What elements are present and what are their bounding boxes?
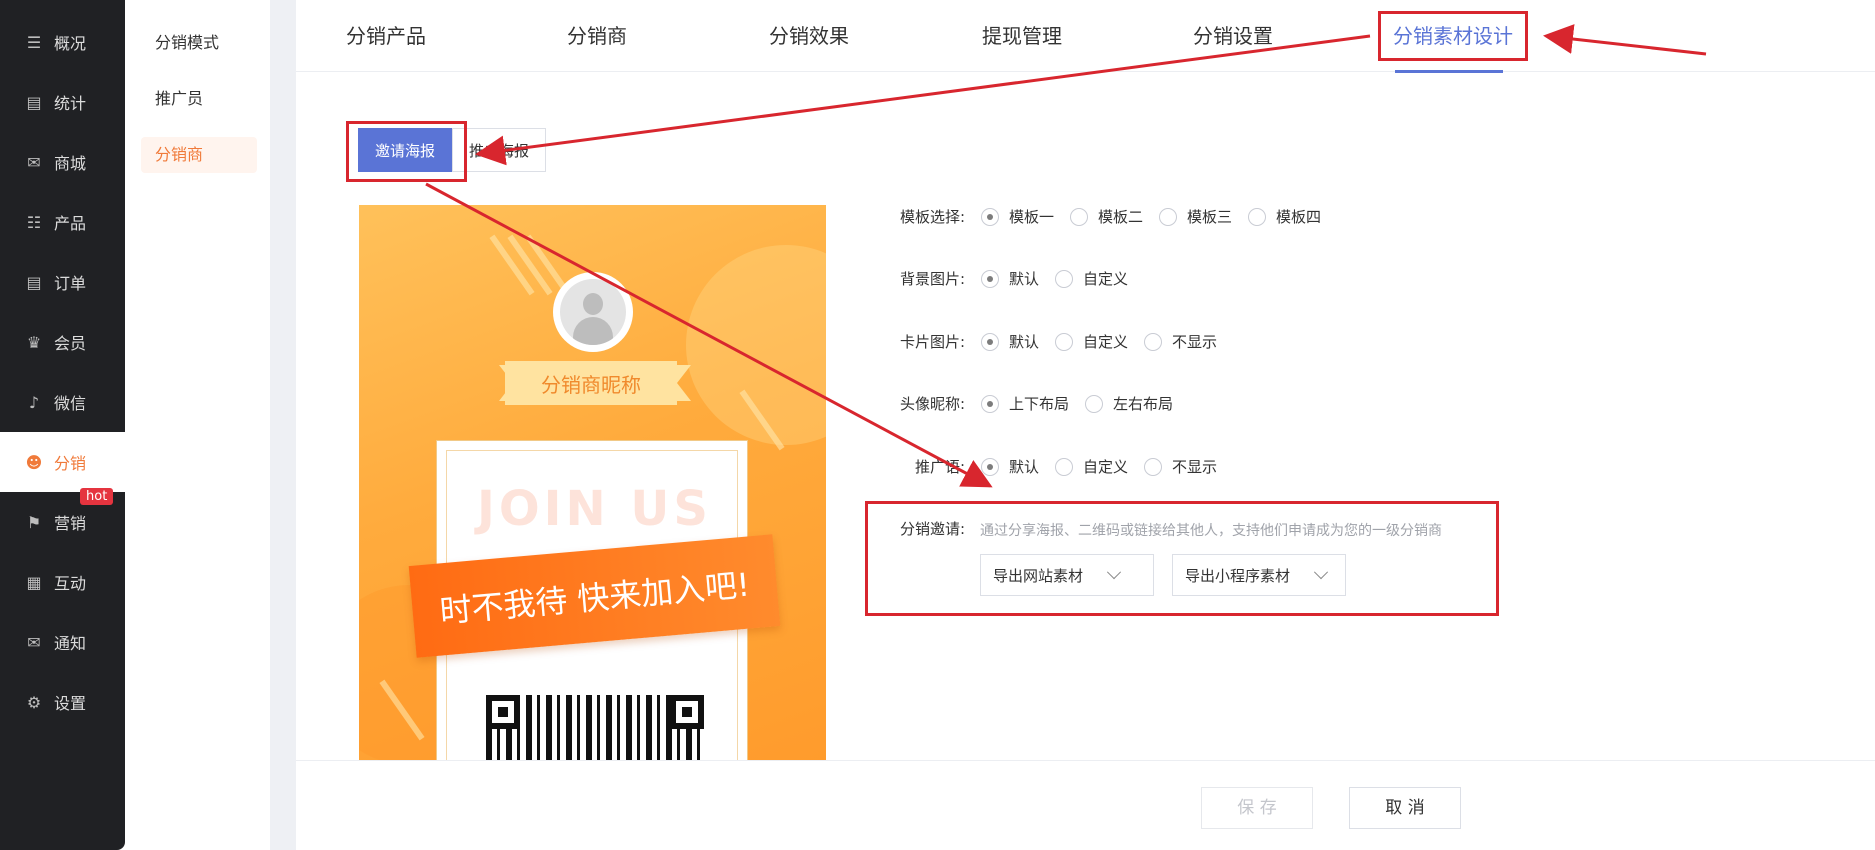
save-button[interactable]: 保 存 bbox=[1201, 787, 1313, 829]
submenu-item-distributor[interactable]: 分销商 bbox=[141, 137, 257, 173]
template-option-2[interactable]: 模板二 bbox=[1070, 206, 1143, 227]
card-row: 卡片图片: 默认 自定义 不显示 bbox=[887, 331, 1217, 352]
card-label: 卡片图片: bbox=[899, 333, 965, 351]
radio-dot bbox=[1085, 394, 1104, 413]
gutter bbox=[270, 0, 296, 850]
radio-dot bbox=[1144, 457, 1163, 476]
crown-icon: ♛ bbox=[26, 332, 42, 352]
promo-label: 推广语: bbox=[914, 458, 965, 476]
promo-option-default[interactable]: 默认 bbox=[981, 456, 1039, 477]
background-option-custom[interactable]: 自定义 bbox=[1055, 268, 1128, 289]
qr-code bbox=[486, 695, 704, 765]
clipboard-icon: ▤ bbox=[26, 272, 42, 292]
tab-distributors[interactable]: 分销商 bbox=[567, 20, 627, 49]
card-option-hide[interactable]: 不显示 bbox=[1144, 331, 1217, 352]
sidebar-item-order[interactable]: ▤ 订单 bbox=[0, 252, 125, 312]
sidebar-item-interact[interactable]: ▦ 互动 bbox=[0, 552, 125, 612]
avatar bbox=[553, 272, 633, 352]
card-option-default[interactable]: 默认 bbox=[981, 331, 1039, 352]
card-option-custom[interactable]: 自定义 bbox=[1055, 331, 1128, 352]
promo-option-custom[interactable]: 自定义 bbox=[1055, 456, 1128, 477]
app-root: ☰ 概况 ▤ 统计 ✉ 商城 ☷ 产品 ▤ 订单 ♛ 会员 ♪ 微信 ☻ 分销 ⚑ 营销 hot … bbox=[0, 0, 1875, 850]
sidebar-item-product[interactable]: ☷ 产品 bbox=[0, 192, 125, 252]
main-sidebar: ☰ 概况 ▤ 统计 ✉ 商城 ☷ 产品 ▤ 订单 ♛ 会员 ♪ 微信 ☻ 分销 ⚑ 营销 hot … bbox=[0, 0, 125, 850]
join-us-text: JOIN US bbox=[477, 481, 712, 537]
nickname-ribbon: 分销商昵称 bbox=[505, 361, 677, 405]
annotation-box-invite bbox=[346, 121, 467, 182]
envelope-icon: ✉ bbox=[27, 632, 41, 652]
background-row: 背景图片: 默认 自定义 bbox=[887, 268, 1128, 289]
radio-dot bbox=[1159, 207, 1178, 226]
sidebar-item-wechat[interactable]: ♪ 微信 bbox=[0, 372, 125, 432]
background-option-default[interactable]: 默认 bbox=[981, 268, 1039, 289]
radio-dot bbox=[981, 394, 999, 413]
footer-bar: 保 存 取 消 bbox=[296, 760, 1875, 850]
background-label: 背景图片: bbox=[899, 270, 965, 288]
radio-dot bbox=[1055, 332, 1074, 351]
layers-icon: ☰ bbox=[26, 32, 42, 52]
blocks-icon: ▦ bbox=[26, 572, 42, 592]
sidebar-item-distribution[interactable]: ☻ 分销 bbox=[0, 432, 125, 492]
grid-icon: ☷ bbox=[26, 212, 42, 232]
poster-preview: 分销商昵称 JOIN US 时不我待 快来加入吧! bbox=[359, 205, 826, 765]
annotation-box-tab bbox=[1378, 11, 1528, 61]
radio-dot bbox=[981, 207, 999, 226]
promo-row: 推广语: 默认 自定义 不显示 bbox=[887, 456, 1217, 477]
radio-dot bbox=[1144, 332, 1163, 351]
template-option-1[interactable]: 模板一 bbox=[981, 206, 1054, 227]
radio-dot bbox=[981, 457, 999, 476]
template-option-4[interactable]: 模板四 bbox=[1248, 206, 1321, 227]
flag-icon: ⚑ bbox=[26, 512, 42, 532]
template-option-3[interactable]: 模板三 bbox=[1159, 206, 1232, 227]
main-panel: 分销产品 分销商 分销效果 提现管理 分销设置 分销素材设计 邀请海报 推广海报 bbox=[296, 0, 1875, 850]
template-row: 模板选择: 模板一 模板二 模板三 模板四 bbox=[887, 206, 1321, 227]
annotation-box-invite-settings bbox=[865, 501, 1499, 616]
avatar-label: 头像昵称: bbox=[899, 395, 965, 413]
mail-icon: ✉ bbox=[27, 152, 41, 172]
sidebar-item-notify[interactable]: ✉ 通知 bbox=[0, 612, 125, 672]
avatar-placeholder-icon bbox=[560, 279, 626, 345]
tab-active-indicator bbox=[1395, 70, 1503, 73]
ribbon-tail bbox=[677, 365, 691, 401]
submenu-item-mode[interactable]: 分销模式 bbox=[141, 25, 257, 61]
cancel-button[interactable]: 取 消 bbox=[1349, 787, 1461, 829]
sidebar-item-member[interactable]: ♛ 会员 bbox=[0, 312, 125, 372]
tab-bar: 分销产品 分销商 分销效果 提现管理 分销设置 分销素材设计 bbox=[296, 0, 1875, 73]
radio-dot bbox=[981, 332, 999, 351]
sidebar-item-stats[interactable]: ▤ 统计 bbox=[0, 72, 125, 132]
chart-icon: ▤ bbox=[26, 92, 42, 112]
sidebar-item-mall[interactable]: ✉ 商城 bbox=[0, 132, 125, 192]
hot-badge: hot bbox=[80, 488, 114, 505]
user-group-icon: ☻ bbox=[25, 452, 43, 472]
submenu-item-promoter[interactable]: 推广员 bbox=[141, 81, 257, 117]
tab-products[interactable]: 分销产品 bbox=[346, 20, 426, 49]
radio-dot bbox=[1070, 207, 1089, 226]
avatar-option-horizontal[interactable]: 左右布局 bbox=[1085, 393, 1173, 414]
gear-icon: ⚙ bbox=[26, 692, 42, 712]
radio-dot bbox=[1248, 207, 1267, 226]
tiktok-icon: ♪ bbox=[28, 392, 40, 412]
sub-menu: 分销模式 推广员 分销商 bbox=[125, 0, 270, 850]
promo-option-hide[interactable]: 不显示 bbox=[1144, 456, 1217, 477]
tab-effects[interactable]: 分销效果 bbox=[769, 20, 849, 49]
radio-dot bbox=[981, 269, 999, 288]
avatar-row: 头像昵称: 上下布局 左右布局 bbox=[887, 393, 1173, 414]
tab-settings[interactable]: 分销设置 bbox=[1193, 20, 1273, 49]
tab-withdraw[interactable]: 提现管理 bbox=[982, 20, 1062, 49]
sidebar-item-settings[interactable]: ⚙ 设置 bbox=[0, 672, 125, 732]
avatar-option-vertical[interactable]: 上下布局 bbox=[981, 393, 1069, 414]
radio-dot bbox=[1055, 269, 1074, 288]
template-label: 模板选择: bbox=[899, 208, 965, 226]
sidebar-item-overview[interactable]: ☰ 概况 bbox=[0, 12, 125, 72]
radio-dot bbox=[1055, 457, 1074, 476]
